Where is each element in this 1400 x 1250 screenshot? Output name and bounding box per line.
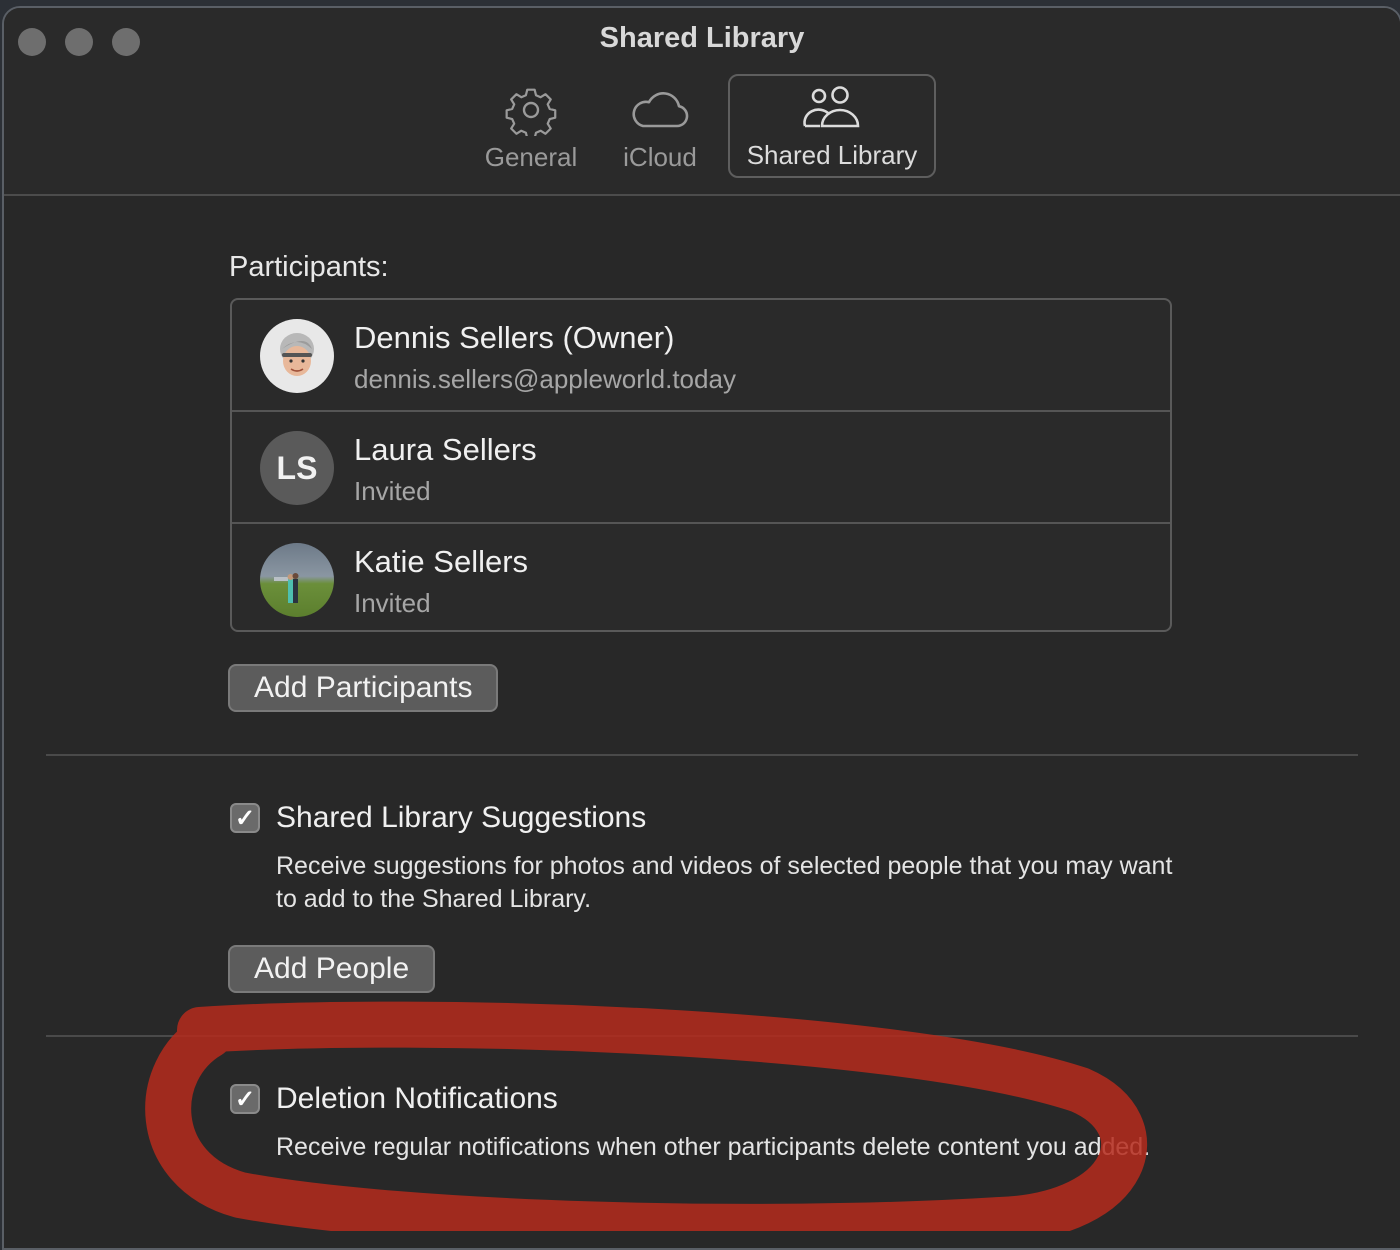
deletion-notifications-description: Receive regular notifications when other… <box>276 1133 1151 1161</box>
participants-list: Dennis Sellers (Owner) dennis.sellers@ap… <box>230 298 1172 632</box>
photo-icon <box>274 573 299 603</box>
suggestions-description: Receive suggestions for photos and video… <box>276 852 1173 913</box>
memoji-icon <box>280 333 314 376</box>
participant-name: Dennis Sellers (Owner) <box>354 320 675 355</box>
tab-general[interactable]: General <box>474 74 588 178</box>
participant-status: Invited <box>354 476 431 506</box>
cloud-icon <box>632 92 689 128</box>
deletion-notifications-checkbox[interactable]: ✓ <box>230 1084 260 1114</box>
preferences-window: Shared Library General iCloud Shared Lib… <box>2 6 1400 1250</box>
deletion-notifications-title: Deletion Notifications <box>276 1082 558 1115</box>
add-participants-button[interactable]: Add Participants <box>228 664 499 712</box>
suggestions-title: Shared Library Suggestions <box>276 801 647 834</box>
avatar-photo <box>260 543 334 617</box>
avatar-memoji <box>260 319 334 393</box>
tab-shared-library-label: Shared Library <box>746 140 918 170</box>
tab-icloud-label: iCloud <box>623 142 697 172</box>
participant-row[interactable]: Dennis Sellers (Owner) dennis.sellers@ap… <box>232 300 1170 412</box>
suggestions-checkbox[interactable]: ✓ <box>230 803 260 833</box>
participant-row[interactable]: Katie Sellers Invited <box>232 524 1170 636</box>
participant-status: Invited <box>354 588 431 618</box>
add-people-button[interactable]: Add People <box>228 945 436 993</box>
participant-row[interactable]: LS Laura Sellers Invited <box>232 412 1170 524</box>
gear-icon <box>505 88 557 136</box>
people-icon <box>803 86 860 128</box>
participant-email: dennis.sellers@appleworld.today <box>354 364 736 394</box>
window-title: Shared Library <box>599 22 805 54</box>
divider <box>46 754 1358 756</box>
divider <box>46 1035 1358 1037</box>
tab-shared-library[interactable]: Shared Library <box>728 74 936 178</box>
avatar-initials: LS <box>260 431 334 505</box>
tab-icloud[interactable]: iCloud <box>610 74 710 178</box>
participant-name: Laura Sellers <box>354 432 537 467</box>
tab-general-label: General <box>484 142 578 172</box>
participant-name: Katie Sellers <box>354 544 529 579</box>
participants-label: Participants: <box>229 251 389 283</box>
toolbar: Shared Library General iCloud Shared Lib… <box>4 8 1400 196</box>
